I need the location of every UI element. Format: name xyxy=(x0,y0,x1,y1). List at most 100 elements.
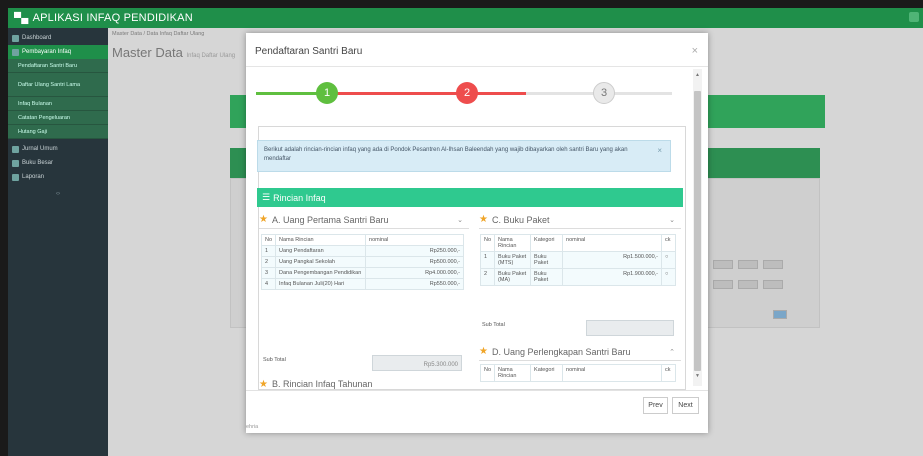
column-header[interactable]: ck xyxy=(661,364,676,382)
sidebar-sub-daftar-ulang[interactable]: Daftar Ulang Santri Lama xyxy=(8,73,108,97)
rincian-header: ☰ Rincian Infaq xyxy=(257,188,683,207)
panel-d-title: D. Uang Perlengkapan Santri Baru xyxy=(491,346,631,357)
subtotal-label: Sub Total xyxy=(482,322,505,328)
column-header[interactable]: Nama Rincian xyxy=(494,364,532,382)
wizard-step-3[interactable]: 3 xyxy=(593,82,615,104)
table-row: 1 Uang Pendaftaran Rp250.000,- xyxy=(260,245,464,257)
scroll-up-icon[interactable]: ▲ xyxy=(694,72,701,79)
sidebar-item-pembayaran[interactable]: Pembayaran Infaq xyxy=(8,45,108,59)
user-icon[interactable] xyxy=(909,12,919,22)
table-row: 4 Infaq Bulanan Juli(20) Hari Rp550.000,… xyxy=(260,278,464,290)
table-cell: Buku Paket (MTS) xyxy=(494,251,532,269)
background-pagination xyxy=(773,310,787,319)
star-icon: ★ xyxy=(259,379,268,389)
checkbox[interactable]: ○ xyxy=(661,251,676,269)
list-icon: ☰ xyxy=(262,192,271,202)
column-header[interactable]: nominal xyxy=(562,364,662,382)
close-icon[interactable]: × xyxy=(692,45,698,57)
panel-b-header[interactable]: ★ B. Rincian Infaq Tahunan xyxy=(259,379,469,389)
table-cell: Rp1.900.000,- xyxy=(562,268,662,286)
table-cell: 2 xyxy=(260,256,277,268)
app-title[interactable]: ▀▄ APLIKASI INFAQ PENDIDIKAN xyxy=(14,12,193,24)
rincian-title: Rincian Infaq xyxy=(273,192,326,203)
wizard-step-2[interactable]: 2 xyxy=(456,82,478,104)
prev-button[interactable]: Prev xyxy=(643,397,668,414)
subtotal-label: Sub Total xyxy=(263,357,286,363)
star-icon: ★ xyxy=(259,214,268,225)
chevron-up-icon[interactable]: ⌃ xyxy=(669,348,675,356)
panel-c-table: No Nama Rincian Kategori nominal ck 1 Bu… xyxy=(479,234,676,286)
folder-icon xyxy=(12,48,19,56)
background-button xyxy=(713,280,733,289)
wizard-step-1[interactable]: 1 xyxy=(316,82,338,104)
modal-scrollbar[interactable]: ▲ ▼ xyxy=(693,69,702,386)
scroll-down-icon[interactable]: ▼ xyxy=(694,373,701,380)
sidebar-sub-catatan[interactable]: Catatan Pengeluaran xyxy=(8,111,108,125)
table-cell: Rp250.000,- xyxy=(365,245,464,257)
divider xyxy=(246,66,708,67)
table-cell: Buku Paket xyxy=(530,268,564,286)
column-header[interactable]: nominal xyxy=(562,234,662,252)
sidebar-item-dashboard[interactable]: Dashboard xyxy=(8,31,108,45)
sidebar-sub-label: Daftar Ulang Santri Lama xyxy=(18,81,81,88)
column-header[interactable]: Nama Rincian xyxy=(494,234,532,252)
scroll-thumb[interactable] xyxy=(694,91,701,371)
subtotal-c-field[interactable] xyxy=(586,320,674,336)
column-header[interactable]: Kategori xyxy=(530,364,564,382)
table-cell: Rp1.500.000,- xyxy=(562,251,662,269)
background-button xyxy=(738,260,758,269)
chevron-down-icon[interactable]: ⌄ xyxy=(669,216,675,224)
column-header[interactable]: ck xyxy=(661,234,676,252)
status-text: ehria xyxy=(246,424,259,430)
modal-title: Pendaftaran Santri Baru xyxy=(255,46,363,57)
panel-c-header[interactable]: ★ C. Buku Paket ⌄ xyxy=(479,211,681,229)
sidebar-collapse-icon[interactable]: ‹› xyxy=(8,184,108,204)
table-cell: 2 xyxy=(479,268,496,286)
column-header[interactable]: nominal xyxy=(365,234,464,246)
table-header-row: No Nama Rincian nominal xyxy=(260,234,464,246)
table-cell: Infaq Bulanan Juli(20) Hari xyxy=(275,278,367,290)
table-row: 2 Buku Paket (MA) Buku Paket Rp1.900.000… xyxy=(479,268,676,286)
sidebar-item-jurnal[interactable]: Jurnal Umum xyxy=(8,142,108,156)
chevron-down-icon[interactable]: ⌄ xyxy=(457,216,463,224)
sidebar-sub-hutang-gaji[interactable]: Hutang Gaji xyxy=(8,125,108,139)
column-header[interactable]: No xyxy=(479,234,496,252)
sidebar-sub-label: Infaq Bulanan xyxy=(18,100,52,107)
panel-a-header[interactable]: ★ A. Uang Pertama Santri Baru ⌄ xyxy=(259,211,469,229)
alert-text: Berikut adalah rincian-rincian infaq yan… xyxy=(264,147,628,162)
sidebar-sub-label: Pendaftaran Santri Baru xyxy=(18,62,78,69)
divider xyxy=(246,390,708,391)
sidebar-sub-pendaftaran[interactable]: Pendaftaran Santri Baru xyxy=(8,59,108,73)
column-header[interactable]: Kategori xyxy=(530,234,564,252)
subtotal-a-field[interactable]: Rp5.300.000 xyxy=(372,355,462,371)
sidebar-item-buku-besar[interactable]: Buku Besar xyxy=(8,156,108,170)
table-header-row: No Nama Rincian Kategori nominal ck xyxy=(479,364,676,382)
top-bar: ▀▄ APLIKASI INFAQ PENDIDIKAN xyxy=(8,8,923,28)
star-icon: ★ xyxy=(479,214,488,225)
table-cell: Rp4.000.000,- xyxy=(365,267,464,279)
info-alert: Berikut adalah rincian-rincian infaq yan… xyxy=(257,140,671,172)
report-icon xyxy=(12,173,19,181)
background-button xyxy=(738,280,758,289)
checkbox[interactable]: ○ xyxy=(661,268,676,286)
close-icon[interactable]: × xyxy=(657,146,662,155)
page-title: Master Data Infaq Daftar Ulang xyxy=(112,45,235,60)
sidebar-item-label: Buku Besar xyxy=(22,160,54,166)
table-cell: Buku Paket (MA) xyxy=(494,268,532,286)
background-button xyxy=(713,260,733,269)
app-window: ▀▄ APLIKASI INFAQ PENDIDIKAN Dashboard P… xyxy=(8,8,923,456)
table-cell: Rp550.000,- xyxy=(365,278,464,290)
page-subtitle: Infaq Daftar Ulang xyxy=(186,53,236,59)
panel-d-header[interactable]: ★ D. Uang Perlengkapan Santri Baru ⌃ xyxy=(479,343,681,361)
app-title-text: APLIKASI INFAQ PENDIDIKAN xyxy=(32,12,193,24)
sidebar-sub-infaq-bulanan[interactable]: Infaq Bulanan xyxy=(8,97,108,111)
column-header[interactable]: Nama Rincian xyxy=(275,234,367,246)
column-header[interactable]: No xyxy=(260,234,277,246)
column-header[interactable]: No xyxy=(479,364,496,382)
table-cell: Uang Pangkal Sekolah xyxy=(275,256,367,268)
sidebar-item-laporan[interactable]: Laporan xyxy=(8,170,108,184)
wizard-steps: 1 2 3 xyxy=(252,73,676,113)
next-button[interactable]: Next xyxy=(672,397,699,414)
table-cell: Buku Paket xyxy=(530,251,564,269)
table-cell: 1 xyxy=(479,251,496,269)
